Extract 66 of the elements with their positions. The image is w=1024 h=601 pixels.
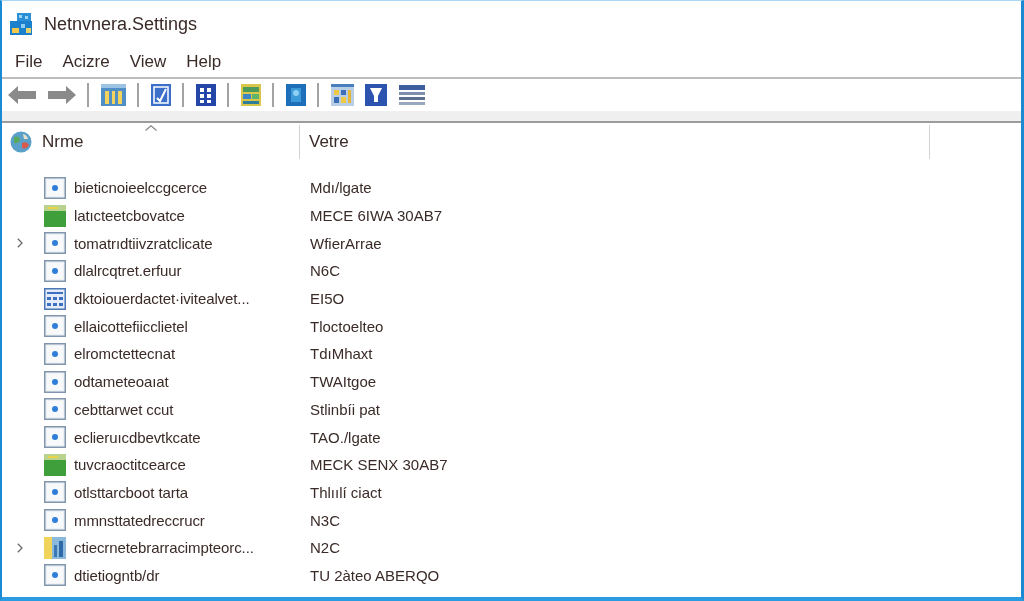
item-value: MECE 6IWA 30AB7 xyxy=(309,207,442,225)
chevron-right-icon[interactable] xyxy=(17,238,23,249)
chevron-right-icon[interactable] xyxy=(17,542,23,553)
item-value: N2C xyxy=(309,539,340,557)
globe-icon xyxy=(10,131,32,153)
funnel-icon[interactable] xyxy=(365,84,387,106)
menu-item[interactable]: Acizre xyxy=(52,52,120,72)
item-value: MECK SENX 30AB7 xyxy=(309,456,448,474)
back-arrow-icon[interactable] xyxy=(8,86,36,104)
list-icon[interactable] xyxy=(398,85,425,105)
columns-icon[interactable] xyxy=(100,84,126,106)
item-value: EI5O xyxy=(309,290,345,308)
frame-icon[interactable] xyxy=(285,84,306,106)
item-name: tomatrıdtiivzratclicate xyxy=(74,234,213,252)
image-icon xyxy=(44,453,66,476)
item-value: Mdı/lgate xyxy=(309,179,372,197)
item-name: dktoiouerdactet·ivitealvet... xyxy=(74,290,250,308)
item-name: eclieruıcdbevtkcate xyxy=(74,428,201,446)
layout-icon[interactable] xyxy=(240,84,261,106)
item-value: Stlinbíi pat xyxy=(309,400,381,418)
window-title: Netnvnera.Settings xyxy=(44,13,198,35)
file-icon xyxy=(44,176,66,199)
menu-item[interactable]: Help xyxy=(176,52,232,72)
menu-item[interactable]: View xyxy=(119,52,177,72)
file-icon xyxy=(44,426,66,449)
item-value: N3C xyxy=(309,511,340,529)
file-icon xyxy=(44,481,66,504)
item-value: TWAItgoe xyxy=(309,373,377,391)
item-name: mmnsttatedreccrucr xyxy=(74,511,205,529)
menu-item[interactable]: File xyxy=(5,52,53,72)
item-name: dlalrcqtret.erfuur xyxy=(74,262,182,280)
item-value: TU 2àteo ABERQO xyxy=(309,566,440,584)
image-icon xyxy=(44,204,66,227)
column-header[interactable]: Vetre xyxy=(309,132,349,152)
column-header[interactable]: Nrme xyxy=(42,132,84,152)
item-name: ctiecrnetebrarracimpteorc... xyxy=(74,539,254,557)
network-app-icon xyxy=(10,13,34,35)
checkbox-icon[interactable] xyxy=(150,84,171,106)
item-name: tuvcraoctitcearce xyxy=(74,456,186,474)
item-value: Tloctoelteo xyxy=(309,317,384,335)
item-value: N6C xyxy=(309,262,340,280)
grid-icon[interactable] xyxy=(195,84,216,106)
forward-arrow-icon[interactable] xyxy=(47,86,76,104)
item-name: dtietiogntb/dr xyxy=(74,566,160,584)
bar-chart-icon xyxy=(44,536,66,559)
table-icon xyxy=(44,287,66,310)
file-icon xyxy=(44,232,66,255)
dashboard-icon[interactable] xyxy=(330,84,354,106)
item-value: WfierArrae xyxy=(309,234,382,252)
item-value: Thlıılí ciact xyxy=(309,483,382,501)
file-icon xyxy=(44,398,66,421)
item-name: cebttarwet ccut xyxy=(74,400,174,418)
item-name: odtameteoaıat xyxy=(74,373,169,391)
file-icon xyxy=(44,315,66,338)
item-name: elromctettecnat xyxy=(74,345,176,363)
item-name: otlsttarcboot tarta xyxy=(74,483,188,501)
item-value: TAO./lgate xyxy=(309,428,381,446)
file-icon xyxy=(44,509,66,532)
file-icon xyxy=(44,259,66,282)
item-name: ellaicottefiicclietel xyxy=(74,317,188,335)
file-icon xyxy=(44,564,66,587)
item-name: latıcteetcbovatce xyxy=(74,207,185,225)
file-icon xyxy=(44,370,66,393)
item-value: TdıMhaxt xyxy=(309,345,373,363)
file-icon xyxy=(44,342,66,365)
item-name: bieticnoieelccgcerce xyxy=(74,179,208,197)
